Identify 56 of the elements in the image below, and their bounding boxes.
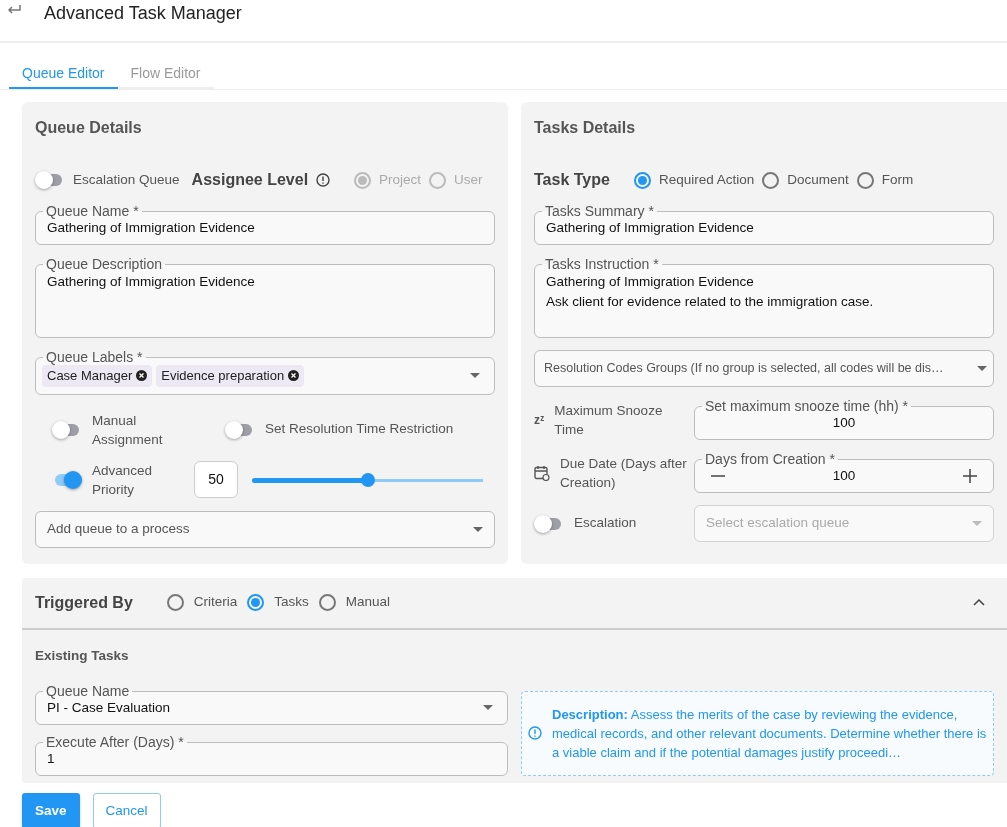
radio-label: Form — [881, 170, 914, 189]
radio-button[interactable] — [762, 171, 780, 189]
radio-label: User — [454, 170, 483, 189]
section-subtitle: Existing Tasks — [35, 646, 130, 665]
text-field[interactable]: Tasks Summary * Gathering of Immigration Evidence — [534, 204, 994, 245]
chevron-up-icon[interactable] — [973, 599, 985, 606]
label-chip[interactable]: Case Manager — [42, 365, 153, 387]
label-chip[interactable]: Evidence preparation — [156, 365, 305, 387]
slider-thumb[interactable] — [360, 472, 375, 487]
select-field[interactable]: Queue Name PI - Case Evaluation — [35, 683, 508, 725]
text-area[interactable]: Queue Description Gathering of Immigration Evidence — [35, 257, 495, 338]
toggle-label: Manual Assignment — [92, 411, 164, 449]
toggle-label: Escalation Queue — [73, 170, 180, 189]
number-field[interactable]: 50 — [194, 461, 238, 498]
info-icon — [528, 726, 542, 741]
close-icon[interactable] — [288, 370, 300, 382]
radio-button[interactable] — [856, 171, 874, 189]
task-type-label: Task Type — [534, 170, 610, 190]
section-title: Triggered By — [35, 592, 133, 613]
select-field[interactable]: Add queue to a process — [35, 510, 495, 548]
text-field[interactable]: Execute After (Days) * 1 — [35, 734, 508, 776]
radio-label: Criteria — [193, 593, 238, 612]
panel-title: Queue Details — [35, 118, 143, 138]
row-label: Due Date (Days after Creation) — [560, 454, 688, 492]
toggle-label: Escalation — [574, 514, 637, 533]
toggle-label: Advanced Priority — [92, 461, 154, 499]
radio-label: Required Action — [658, 170, 755, 189]
snooze-icon: zᶻ — [534, 410, 545, 429]
radio-label: Document — [787, 170, 849, 189]
stepper-field[interactable]: Days from Creation * 100 — [694, 452, 994, 493]
radio-label: Manual — [345, 593, 391, 612]
panel-title: Tasks Details — [534, 118, 637, 138]
close-icon[interactable] — [136, 370, 148, 382]
select-field[interactable]: Resolution Codes Groups (If no group is selected, all codes will be dis… — [534, 350, 994, 387]
caret-icon[interactable] — [470, 373, 480, 379]
caret-icon[interactable] — [473, 526, 483, 532]
page-title: Advanced Task Manager — [44, 3, 242, 23]
toggle-label: Set Resolution Time Restriction — [265, 420, 454, 439]
radio-label: Tasks — [274, 593, 309, 612]
radio-label: Project — [379, 170, 422, 189]
description-text: Description: Assess the merits of the case by reviewing the evidence, medical records, and other relevant documents. Determine whether there is a viable claim and if the potential damages justify proceedi… — [552, 705, 987, 762]
radio-button[interactable] — [633, 171, 651, 189]
text-area[interactable]: Tasks Instruction * Gathering of Immigration Evidence Ask client for evidence related to the immigration case. — [534, 257, 994, 338]
radio-button[interactable] — [318, 594, 336, 611]
radio-button[interactable] — [247, 594, 265, 611]
caret-icon[interactable] — [977, 366, 987, 371]
calendar-icon — [534, 464, 550, 481]
caret-icon[interactable] — [483, 705, 493, 711]
text-field[interactable]: Queue Name * Gathering of Immigration Evidence — [35, 204, 495, 245]
assignee-level-label: Assignee Level — [191, 170, 309, 190]
labels-field[interactable]: Queue Labels * Case Manager Evidence preparation — [35, 350, 495, 395]
info-icon — [316, 173, 331, 187]
number-field[interactable]: Set maximum snooze time (hh) * 100 — [694, 399, 994, 440]
radio-button[interactable] — [166, 594, 184, 611]
plus-icon[interactable] — [963, 469, 977, 483]
row-label: Maximum Snooze Time — [554, 401, 664, 439]
